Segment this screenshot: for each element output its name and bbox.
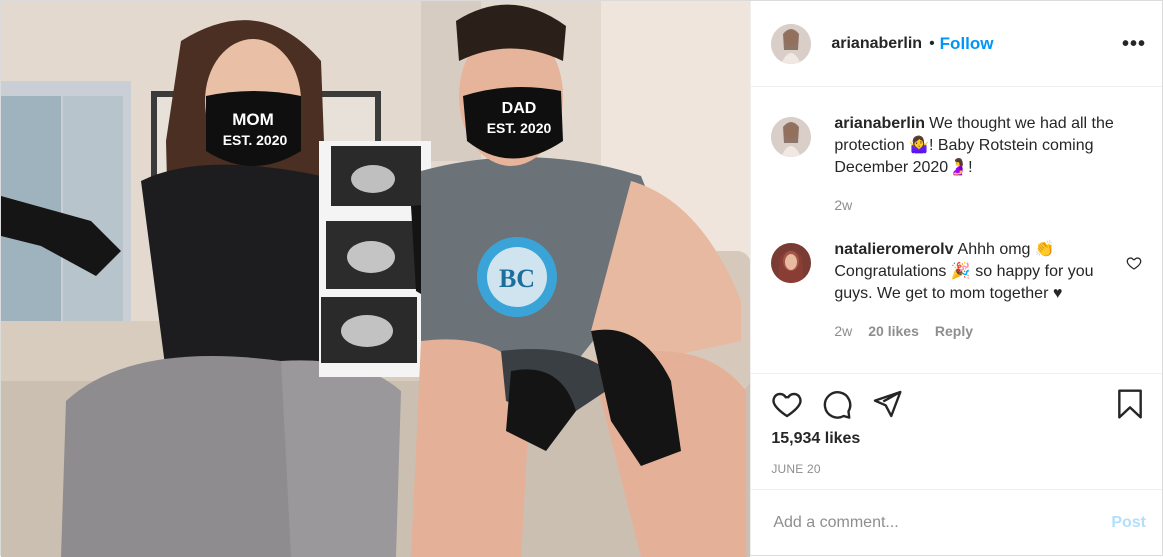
like-heart-icon[interactable] <box>771 388 803 420</box>
comment-username[interactable]: natalieromerolv <box>834 241 953 258</box>
instagram-post: MOM EST. 2020 DAD EST. 2020 BC arianaber… <box>0 0 1163 557</box>
mask-right-line2: EST. 2020 <box>487 120 552 136</box>
mask-left-line2: EST. 2020 <box>223 132 288 148</box>
comment-text-block: natalieromerolv Ahhh omg 👏 Congratulation… <box>834 239 1116 305</box>
comment-likes[interactable]: 20 likes <box>868 323 919 339</box>
mask-left-line1: MOM <box>232 110 274 129</box>
post-comment-button[interactable]: Post <box>1111 514 1146 532</box>
comment-time[interactable]: 2w <box>834 323 852 339</box>
caption-text-block: arianaberlin We thought we had all the pr… <box>834 113 1116 179</box>
bookmark-save-icon[interactable] <box>1114 388 1146 420</box>
action-bar <box>771 388 1146 420</box>
caption-time[interactable]: 2w <box>834 197 852 213</box>
author-avatar[interactable] <box>771 23 812 64</box>
comment-item: natalieromerolv Ahhh omg 👏 Congratulation… <box>771 239 1146 339</box>
author-username[interactable]: arianaberlin <box>831 35 922 53</box>
post-photo[interactable]: MOM EST. 2020 DAD EST. 2020 BC <box>1 1 751 557</box>
mask-right-line1: DAD <box>502 100 537 117</box>
mask-text-layer: MOM EST. 2020 DAD EST. 2020 BC <box>223 100 552 293</box>
follow-button[interactable]: Follow <box>940 34 994 54</box>
commenter-avatar[interactable] <box>771 243 812 283</box>
caption: arianaberlin We thought we had all the pr… <box>771 113 1146 213</box>
separator-dot: • <box>929 34 935 52</box>
comment-bubble-icon[interactable] <box>821 388 853 420</box>
add-comment-bar: Post <box>751 489 1162 555</box>
share-send-icon[interactable] <box>871 388 903 420</box>
caption-username[interactable]: arianaberlin <box>834 115 925 132</box>
post-date[interactable]: JUNE 20 <box>771 462 1146 476</box>
post-actions-area: 15,934 likes JUNE 20 <box>751 373 1162 489</box>
caption-avatar[interactable] <box>771 117 812 157</box>
post-header: arianaberlin • Follow ••• <box>751 1 1162 87</box>
reply-button[interactable]: Reply <box>935 323 973 339</box>
add-comment-input[interactable] <box>771 512 1112 533</box>
comment-like-heart-icon[interactable] <box>1126 255 1142 271</box>
comments-list[interactable]: arianaberlin We thought we had all the pr… <box>751 87 1162 373</box>
post-sidebar: arianaberlin • Follow ••• arianaberlin We… <box>750 1 1162 555</box>
shirt-logo-text: BC <box>499 264 535 293</box>
likes-count[interactable]: 15,934 likes <box>771 430 1146 448</box>
more-options-icon[interactable]: ••• <box>1122 34 1146 54</box>
